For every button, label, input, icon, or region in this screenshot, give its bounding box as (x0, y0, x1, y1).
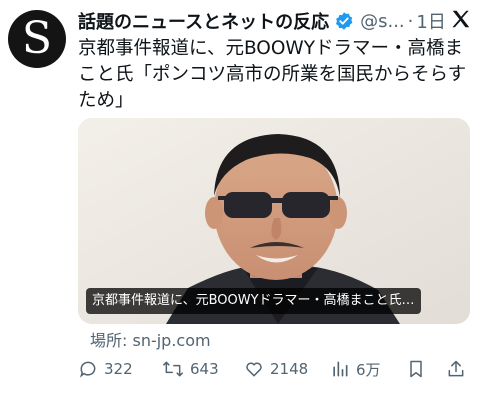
share-icon[interactable] (446, 356, 466, 382)
bookmark-icon[interactable] (406, 356, 426, 382)
like-icon (244, 359, 264, 379)
action-bar: 322 643 2148 6万 (78, 356, 470, 382)
post-media[interactable]: 京都事件報道に、元BOOWYドラマー・高橋まこと氏… (78, 118, 470, 324)
account-name[interactable]: 話題のニュースとネットの反応 (78, 8, 329, 34)
views-button[interactable]: 6万 (330, 356, 381, 382)
reply-icon (78, 359, 98, 379)
post-time[interactable]: 1日 (416, 8, 445, 34)
reply-count: 322 (104, 360, 133, 378)
repost-button[interactable]: 643 (162, 356, 219, 382)
views-icon (330, 359, 350, 379)
account-handle[interactable]: @s... (360, 11, 405, 32)
reply-button[interactable]: 322 (78, 356, 133, 382)
x-logo-icon[interactable] (450, 8, 472, 34)
post-header: 話題のニュースとネットの反応 @s... · 1日 (78, 6, 472, 36)
media-caption: 京都事件報道に、元BOOWYドラマー・高橋まこと氏… (86, 288, 421, 314)
avatar[interactable]: S (8, 10, 66, 68)
link-source[interactable]: 場所: sn-jp.com (90, 327, 211, 351)
like-button[interactable]: 2148 (244, 356, 308, 382)
separator-dot: · (407, 10, 414, 32)
like-count: 2148 (270, 360, 309, 378)
views-count: 6万 (356, 360, 381, 379)
verified-badge-icon (334, 11, 354, 31)
repost-icon (162, 359, 184, 379)
post-text: 京都事件報道に、元BOOWYドラマー・高橋まこと氏「ポンコツ高市の所業を国民から… (78, 38, 467, 111)
repost-count: 643 (190, 360, 219, 378)
